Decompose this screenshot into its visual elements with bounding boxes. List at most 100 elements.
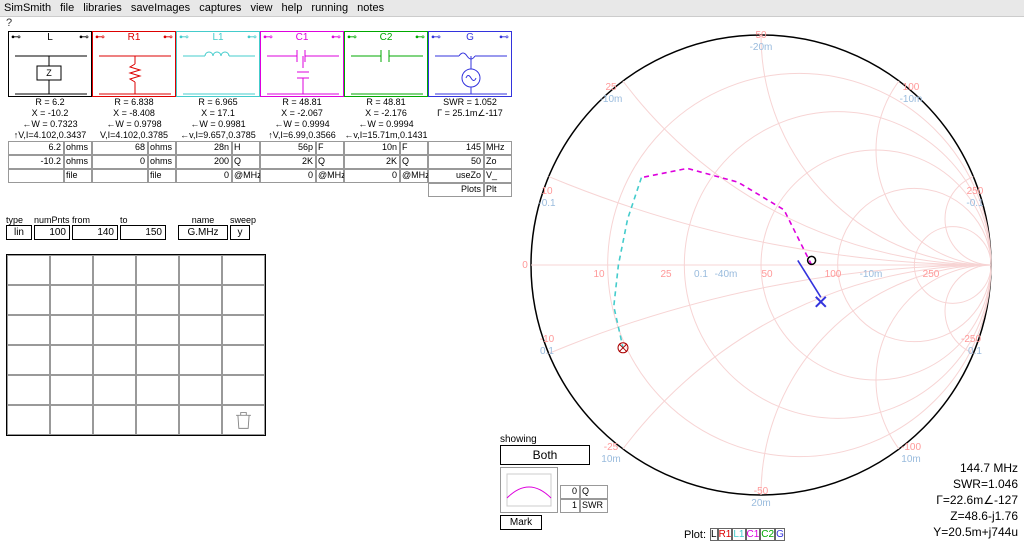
input-value[interactable]: Plots (428, 183, 484, 197)
palette-item[interactable] (222, 345, 265, 375)
palette-item[interactable] (136, 315, 179, 345)
legend-R1[interactable]: R1 (718, 528, 733, 541)
palette-item[interactable] (179, 255, 222, 285)
legend-C1[interactable]: C1 (746, 528, 761, 541)
menu-saveimages[interactable]: saveImages (131, 2, 190, 14)
input-value[interactable]: 6.2 (8, 141, 64, 155)
block-G[interactable]: ⊷G⊷ (428, 31, 512, 97)
mark-button[interactable]: Mark (500, 515, 542, 530)
block-R1[interactable]: ⊷R1⊷ (92, 31, 176, 97)
input-unit[interactable]: ohms (148, 141, 176, 155)
palette-item[interactable] (179, 375, 222, 405)
swr-value[interactable]: 1 (560, 499, 580, 513)
palette-item[interactable] (136, 285, 179, 315)
menu-help[interactable]: help (282, 2, 303, 14)
palette-item[interactable] (7, 375, 50, 405)
palette-item[interactable] (222, 375, 265, 405)
input-value[interactable] (92, 169, 148, 183)
palette-item[interactable] (50, 315, 93, 345)
input-unit[interactable]: @MHz (400, 169, 428, 183)
palette-item[interactable] (136, 375, 179, 405)
palette-item[interactable] (50, 405, 93, 435)
palette-item[interactable] (136, 405, 179, 435)
input-value[interactable]: 56p (260, 141, 316, 155)
palette-item[interactable] (7, 315, 50, 345)
menu-file[interactable]: file (60, 2, 74, 14)
q-value[interactable]: 0 (560, 485, 580, 499)
menu-running[interactable]: running (311, 2, 348, 14)
input-value[interactable]: 145 (428, 141, 484, 155)
input-unit[interactable]: @MHz (316, 169, 344, 183)
input-value[interactable]: 50 (428, 155, 484, 169)
menu-captures[interactable]: captures (199, 2, 241, 14)
menu-libraries[interactable]: libraries (83, 2, 122, 14)
input-value[interactable]: 68 (92, 141, 148, 155)
palette-item[interactable] (93, 345, 136, 375)
palette-item[interactable] (7, 405, 50, 435)
sweep-num[interactable]: 100 (34, 225, 70, 240)
input-value[interactable]: 0 (260, 169, 316, 183)
palette-item[interactable] (50, 285, 93, 315)
palette-item[interactable] (93, 255, 136, 285)
input-value[interactable]: 200 (176, 155, 232, 169)
input-value[interactable]: 0 (92, 155, 148, 169)
input-unit[interactable]: F (400, 141, 428, 155)
input-unit[interactable]: ohms (64, 141, 92, 155)
input-value[interactable]: 10n (344, 141, 400, 155)
palette-item[interactable] (7, 255, 50, 285)
palette-item[interactable] (7, 285, 50, 315)
block-C2[interactable]: ⊷C2⊷ (344, 31, 428, 97)
block-C1[interactable]: ⊷C1⊷ (260, 31, 344, 97)
input-value[interactable]: 0 (176, 169, 232, 183)
palette-item[interactable] (93, 405, 136, 435)
palette-item[interactable] (50, 255, 93, 285)
menu-view[interactable]: view (250, 2, 272, 14)
input-unit[interactable]: F (316, 141, 344, 155)
palette-item[interactable] (179, 405, 222, 435)
input-unit[interactable]: Q (316, 155, 344, 169)
sweep-to[interactable]: 150 (120, 225, 166, 240)
palette-item[interactable] (179, 285, 222, 315)
block-L1[interactable]: ⊷L1⊷ (176, 31, 260, 97)
input-value[interactable]: 2K (260, 155, 316, 169)
sweep-type[interactable]: lin (6, 225, 32, 240)
palette-trash-icon[interactable] (222, 405, 265, 435)
palette-item[interactable] (179, 315, 222, 345)
palette-item[interactable] (50, 375, 93, 405)
mini-chart[interactable] (500, 467, 558, 513)
legend-G[interactable]: G (775, 528, 785, 541)
showing-both-button[interactable]: Both (500, 445, 590, 465)
block-L[interactable]: ⊷L⊷Z (8, 31, 92, 97)
input-unit[interactable]: Q (400, 155, 428, 169)
input-unit[interactable]: @MHz (232, 169, 260, 183)
input-unit[interactable]: file (148, 169, 176, 183)
input-value[interactable]: 2K (344, 155, 400, 169)
palette-item[interactable] (136, 255, 179, 285)
input-value[interactable] (8, 169, 64, 183)
palette-item[interactable] (136, 345, 179, 375)
menu-notes[interactable]: notes (357, 2, 384, 14)
sweep-name[interactable]: G.MHz (178, 225, 228, 240)
palette-item[interactable] (222, 255, 265, 285)
input-value[interactable]: 0 (344, 169, 400, 183)
input-unit[interactable]: ohms (148, 155, 176, 169)
palette-item[interactable] (222, 285, 265, 315)
sweep-swp[interactable]: y (230, 225, 250, 240)
legend-L[interactable]: L (710, 528, 718, 541)
sweep-from[interactable]: 140 (72, 225, 118, 240)
palette-item[interactable] (179, 345, 222, 375)
input-unit[interactable]: H (232, 141, 260, 155)
input-value[interactable]: -10.2 (8, 155, 64, 169)
legend-C2[interactable]: C2 (760, 528, 775, 541)
input-value[interactable]: useZo (428, 169, 484, 183)
palette-item[interactable] (93, 285, 136, 315)
palette-item[interactable] (222, 315, 265, 345)
palette-item[interactable] (93, 375, 136, 405)
input-unit[interactable]: ohms (64, 155, 92, 169)
palette-item[interactable] (7, 345, 50, 375)
menu-simsmith[interactable]: SimSmith (4, 2, 51, 14)
input-value[interactable]: 28n (176, 141, 232, 155)
palette-item[interactable] (93, 315, 136, 345)
legend-L1[interactable]: L1 (732, 528, 745, 541)
input-unit[interactable]: file (64, 169, 92, 183)
